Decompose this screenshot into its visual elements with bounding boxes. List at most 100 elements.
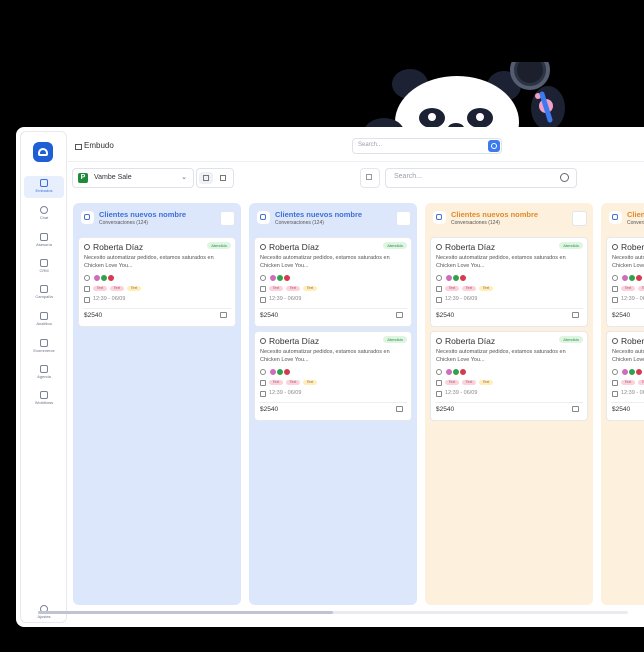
tag-chip: Text — [621, 380, 635, 385]
date-row: 12:39 - 06/09 — [260, 296, 410, 304]
chat-icon — [609, 211, 622, 224]
calendar-icon — [260, 297, 266, 303]
sidebar-item-agenda[interactable]: Agenda — [24, 362, 64, 384]
list-icon — [220, 175, 226, 181]
sidebar-item-embudos[interactable]: Embudos — [24, 176, 64, 198]
assignees-row — [612, 368, 644, 377]
top-bar: Embudo Search... — [68, 131, 644, 162]
tags-row: TextTextText — [612, 285, 644, 293]
divider — [83, 308, 231, 309]
inbox-icon[interactable] — [572, 312, 579, 318]
calendar-icon — [84, 297, 90, 303]
calendar-icon — [260, 391, 266, 397]
pipeline-badge: P — [78, 173, 88, 183]
horizontal-scrollbar[interactable] — [38, 611, 628, 614]
global-search-input[interactable]: Search... — [352, 138, 502, 154]
tags-row: TextTextText — [84, 285, 234, 293]
chevron-down-icon: ⌄ — [181, 174, 187, 181]
lead-card[interactable]: Roberta DíazAtendidoNecesito automatizar… — [78, 237, 236, 327]
sidebar-item-campana[interactable]: Campaña — [24, 282, 64, 304]
inbox-icon[interactable] — [572, 406, 579, 412]
column-title: Clientes nuevos nombre — [451, 210, 539, 219]
card-description: Necesito automatizar pedidos, estamos sa… — [612, 255, 644, 269]
lead-card[interactable]: Roberta DíazAtendidoNecesito automatizar… — [430, 331, 588, 421]
column-settings-icon[interactable] — [220, 211, 235, 226]
calendar-icon — [612, 297, 618, 303]
column-settings-icon[interactable] — [572, 211, 587, 226]
pipeline-column: Clientes nuevos nombreConversaciones (12… — [73, 203, 241, 605]
tag-chip: Text — [445, 380, 459, 385]
avatar — [635, 368, 643, 376]
assignees-row — [436, 274, 586, 283]
board-search-input[interactable]: Search... — [385, 168, 577, 188]
filter-icon — [366, 174, 372, 180]
column-title: Clientes nuevos nombre — [275, 210, 363, 219]
whatsapp-icon — [260, 338, 266, 344]
tags-row: TextTextText — [436, 379, 586, 387]
user-icon — [84, 275, 90, 281]
deal-amount: $2540 — [612, 406, 631, 413]
contact-name: Roberta Díaz — [269, 336, 320, 346]
headset-icon — [40, 233, 48, 241]
column-count: Conversaciones (124) — [451, 220, 500, 226]
date-row: 12:39 - 06/09 — [436, 296, 586, 304]
date-row: 12:39 - 06/09 — [612, 296, 644, 304]
sidebar-item-chat[interactable]: Chat — [24, 203, 64, 225]
sidebar-item-asesoria[interactable]: Asesoría — [24, 230, 64, 252]
inbox-icon[interactable] — [220, 312, 227, 318]
user-icon — [436, 275, 442, 281]
column-count: Conversaciones (124) — [275, 220, 324, 226]
tag-chip: Text — [269, 286, 283, 291]
tag-icon — [436, 380, 442, 386]
scrollbar-thumb[interactable] — [38, 611, 333, 614]
tag-icon — [612, 286, 618, 292]
whatsapp-icon — [436, 244, 442, 250]
sidebar-item-ecommerce[interactable]: Ecommerce — [24, 336, 64, 358]
column-title: Clientes nuevos nombre — [99, 210, 187, 219]
status-badge: Atendido — [559, 336, 583, 343]
sidebar-item-crm[interactable]: CRM — [24, 256, 64, 278]
board-toolbar: P Vambe Sale ⌄ Search... — [68, 163, 644, 193]
chat-icon — [40, 206, 48, 214]
column-settings-icon[interactable] — [396, 211, 411, 226]
tag-chip: Text — [445, 286, 459, 291]
user-icon — [436, 369, 442, 375]
user-icon — [260, 275, 266, 281]
tag-chip: Text — [303, 286, 317, 291]
inbox-icon[interactable] — [396, 312, 403, 318]
sidebar-item-analitica[interactable]: Analítica — [24, 309, 64, 331]
tag-chip: Text — [269, 380, 283, 385]
assignees-row — [260, 368, 410, 377]
status-badge: Atendido — [559, 242, 583, 249]
whatsapp-icon — [612, 338, 618, 344]
lead-card[interactable]: Roberta DíazAtendidoNecesito automatizar… — [430, 237, 588, 327]
list-view-button[interactable] — [216, 172, 230, 184]
chart-icon — [40, 312, 48, 320]
card-description: Necesito automatizar pedidos, estamos sa… — [436, 349, 566, 363]
whatsapp-icon — [436, 338, 442, 344]
inbox-icon[interactable] — [396, 406, 403, 412]
app-logo[interactable] — [33, 142, 53, 162]
avatar — [283, 274, 291, 282]
tag-chip: Text — [303, 380, 317, 385]
search-icon — [560, 173, 569, 182]
column-title: Clientes nuevos nombre — [627, 210, 644, 219]
lead-card[interactable]: Roberta DíazAtendidoNecesito automatizar… — [606, 331, 644, 421]
deal-amount: $2540 — [436, 406, 455, 413]
column-count: Conversaciones (124) — [99, 220, 148, 226]
deal-amount: $2540 — [260, 312, 279, 319]
tags-row: TextTextText — [260, 285, 410, 293]
view-toggle — [196, 168, 234, 188]
board-view-button[interactable] — [199, 172, 213, 184]
search-icon[interactable] — [488, 140, 500, 152]
tag-chip: Text — [638, 286, 644, 291]
filter-button[interactable] — [360, 168, 380, 188]
lead-card[interactable]: Roberta DíazAtendidoNecesito automatizar… — [254, 237, 412, 327]
pipeline-select[interactable]: P Vambe Sale ⌄ — [72, 168, 194, 188]
lead-card[interactable]: Roberta DíazAtendidoNecesito automatizar… — [606, 237, 644, 327]
columns-icon — [40, 179, 48, 187]
lead-card[interactable]: Roberta DíazAtendidoNecesito automatizar… — [254, 331, 412, 421]
sidebar-item-workflows[interactable]: Workflows — [24, 388, 64, 410]
breadcrumb: Embudo — [84, 141, 114, 150]
status-badge: Atendido — [383, 336, 407, 343]
